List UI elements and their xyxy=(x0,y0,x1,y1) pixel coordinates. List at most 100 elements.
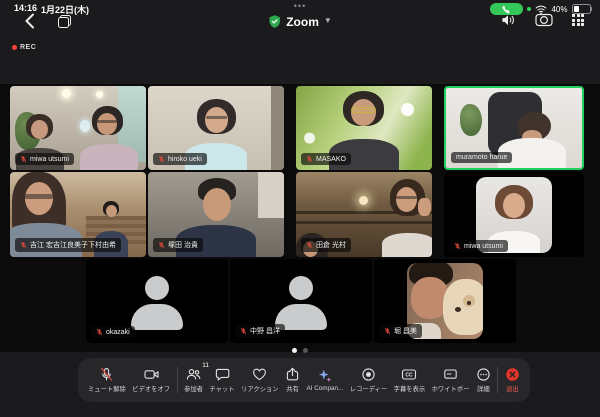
svg-text:CC: CC xyxy=(406,373,414,379)
toolbar-label: ホワイトボー xyxy=(432,384,470,393)
recording-button[interactable]: レコーディー xyxy=(350,367,387,393)
participant-name-pill: miwa utsumi xyxy=(15,153,74,165)
participant-name: 塚田 治貴 xyxy=(168,240,198,250)
unmute-button[interactable]: ミュート解除 xyxy=(88,367,126,393)
muted-mic-icon xyxy=(158,155,165,163)
page-dot xyxy=(303,348,308,353)
meeting-toolbar: ミュート解除 ビデオをオフ 11 参加者 チャット xyxy=(78,358,530,402)
video-tile[interactable]: 吉江 宏吉江良美子下村由希 xyxy=(10,172,146,257)
video-tile[interactable]: miwa utsumi xyxy=(444,172,584,257)
reactions-button[interactable]: リアクション xyxy=(241,367,278,393)
mic-indicator-dot-icon xyxy=(527,7,531,11)
participant-name: 堀 昌美 xyxy=(394,326,417,336)
video-tile[interactable]: 田倉 光村 xyxy=(296,172,432,257)
toolbar-label: レコーディー xyxy=(350,384,387,393)
page-indicator xyxy=(292,348,308,353)
toolbar-label: リアクション xyxy=(241,384,278,393)
participant-name: 中野 昌洋 xyxy=(250,326,280,336)
toolbar-label: 共有 xyxy=(286,384,299,393)
chat-bubble-icon xyxy=(215,367,230,382)
muted-mic-icon xyxy=(96,328,103,336)
video-grid: miwa utsumi hiroko ueki xyxy=(0,84,600,352)
muted-mic-icon xyxy=(384,327,391,335)
participant-name-pill: miwa utsumi xyxy=(449,240,508,252)
share-arrow-icon xyxy=(285,367,300,382)
whiteboard-icon xyxy=(443,367,458,382)
toolbar-divider xyxy=(497,367,498,393)
video-tile[interactable]: 堀 昌美 xyxy=(374,259,516,343)
back-button[interactable] xyxy=(24,13,35,34)
captions-button[interactable]: CC 字幕を表示 xyxy=(394,367,425,393)
video-tile[interactable]: hiroko ueki xyxy=(148,86,284,170)
gallery-view-button[interactable] xyxy=(572,14,584,26)
muted-mic-icon xyxy=(306,241,313,249)
toolbar-label: ビデオをオフ xyxy=(132,384,170,393)
video-tile[interactable]: miwa utsumi xyxy=(10,86,146,170)
meeting-title: Zoom xyxy=(286,15,319,29)
participant-name-pill: okazaki xyxy=(91,326,135,338)
participant-name-pill: hiroko ueki xyxy=(153,153,207,165)
muted-mic-icon xyxy=(20,241,27,249)
toolbar-label: 退出 xyxy=(506,384,519,393)
speaker-button[interactable] xyxy=(500,13,516,27)
participant-name: muramoto harue xyxy=(456,154,507,161)
toolbar-divider xyxy=(177,367,178,393)
ipad-zoom-call-screen: 14:16 1月22日(木) ••• 40% Zoom ▼ REC xyxy=(0,0,600,417)
record-circle-icon xyxy=(361,367,376,382)
participant-name-pill: 塚田 治貴 xyxy=(153,238,203,252)
avatar-silhouette-icon xyxy=(289,276,313,300)
toolbar-label: チャット xyxy=(209,384,234,393)
closed-captions-icon: CC xyxy=(401,367,417,382)
participant-name: okazaki xyxy=(106,329,130,336)
heart-icon xyxy=(252,367,267,382)
video-tile-active-speaker[interactable]: muramoto harue xyxy=(444,86,584,170)
video-tile[interactable]: MASAKO xyxy=(296,86,432,170)
toolbar-label: 詳細 xyxy=(477,384,490,393)
recording-indicator: REC xyxy=(12,44,36,51)
meeting-info-dropdown[interactable]: Zoom ▼ xyxy=(268,14,332,29)
participant-name: 田倉 光村 xyxy=(316,240,346,250)
participants-count-badge: 11 xyxy=(202,362,209,369)
participant-name-pill: MASAKO xyxy=(301,153,351,165)
mic-off-icon xyxy=(99,367,114,382)
video-tile[interactable]: okazaki xyxy=(86,259,228,343)
chevron-down-icon: ▼ xyxy=(324,16,332,25)
more-ellipsis-icon xyxy=(476,367,491,382)
participant-name-pill: 堀 昌美 xyxy=(379,324,422,338)
recording-label: REC xyxy=(20,44,36,51)
nav-right-cluster xyxy=(500,13,584,27)
whiteboard-button[interactable]: ホワイトボー xyxy=(432,367,470,393)
toolbar-label: ミュート解除 xyxy=(88,384,126,393)
muted-mic-icon xyxy=(240,327,247,335)
participant-name: hiroko ueki xyxy=(168,156,202,163)
video-tile[interactable]: 中野 昌洋 xyxy=(230,259,372,343)
video-camera-icon xyxy=(144,367,159,382)
video-tile[interactable]: 塚田 治貴 xyxy=(148,172,284,257)
shield-check-icon xyxy=(268,14,281,29)
leave-x-icon xyxy=(505,367,520,382)
participant-name: miwa utsumi xyxy=(30,156,69,163)
more-button[interactable]: 詳細 xyxy=(476,367,491,393)
app-switcher-button[interactable] xyxy=(58,15,71,28)
participant-name-pill: 吉江 宏吉江良美子下村由希 xyxy=(15,238,121,252)
muted-mic-icon xyxy=(20,155,27,163)
participant-name-pill: muramoto harue xyxy=(451,152,512,163)
participant-name-pill: 田倉 光村 xyxy=(301,238,351,252)
participants-button[interactable]: 11 参加者 xyxy=(184,367,203,393)
page-dot-active xyxy=(292,348,297,353)
share-button[interactable]: 共有 xyxy=(285,367,300,393)
record-dot-icon xyxy=(12,45,17,50)
muted-mic-icon xyxy=(454,242,461,250)
participant-name-pill: 中野 昌洋 xyxy=(235,324,285,338)
flip-camera-button[interactable] xyxy=(535,13,553,27)
participant-name: 吉江 宏吉江良美子下村由希 xyxy=(30,240,116,250)
chat-button[interactable]: チャット xyxy=(209,367,234,393)
chevron-left-icon xyxy=(24,13,35,29)
leave-meeting-button[interactable]: 退出 xyxy=(505,367,520,393)
ai-companion-button[interactable]: AI Compan... xyxy=(307,368,344,392)
muted-mic-icon xyxy=(158,241,165,249)
video-toggle-button[interactable]: ビデオをオフ xyxy=(132,367,170,393)
toolbar-label: 参加者 xyxy=(184,384,203,393)
participant-name: miwa utsumi xyxy=(464,243,503,250)
ai-sparkle-icon xyxy=(317,368,332,383)
